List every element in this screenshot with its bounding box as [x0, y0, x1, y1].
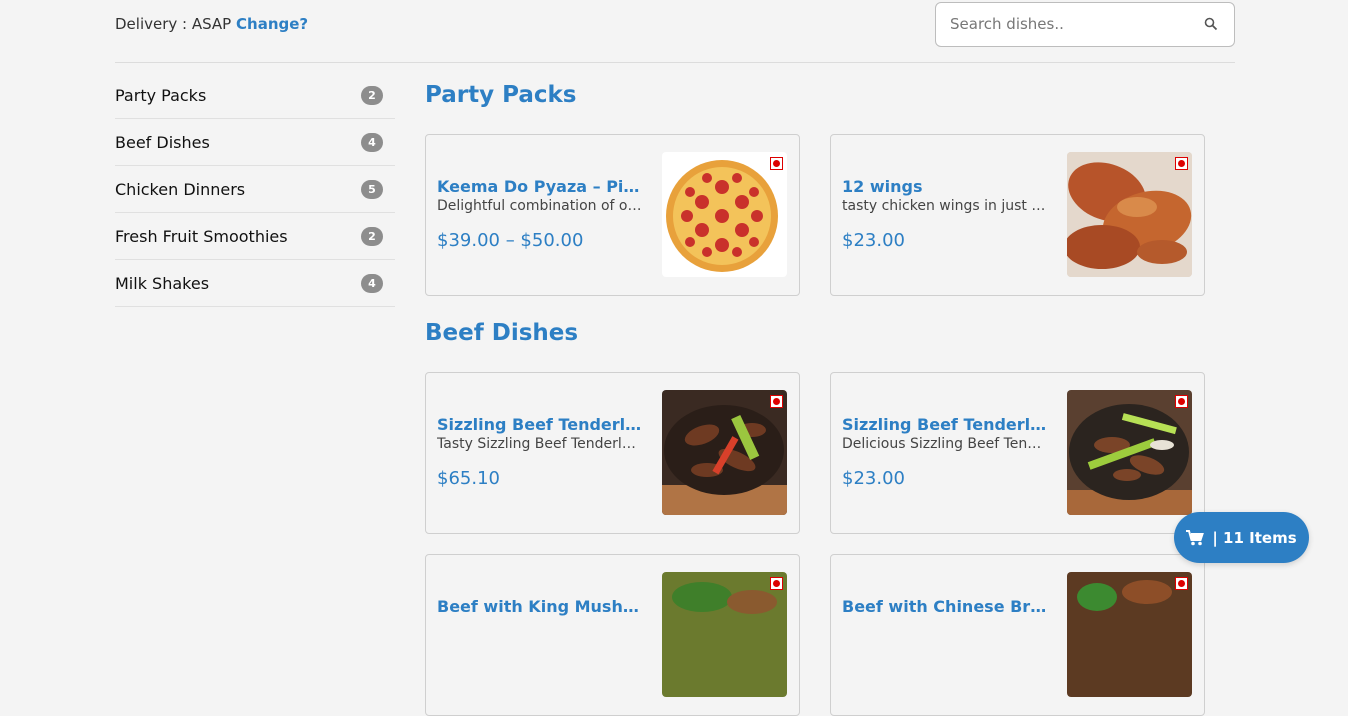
dish-card[interactable]: Beef with King Mushroom [425, 554, 800, 716]
sidebar-item-chicken-dinners[interactable]: Chicken Dinners 5 [115, 166, 395, 213]
dish-price: $23.00 [842, 468, 905, 489]
sidebar-item-milk-shakes[interactable]: Milk Shakes 4 [115, 260, 395, 307]
count-badge: 5 [361, 179, 383, 199]
veg-marker-icon [1175, 157, 1188, 170]
beef-tenderloin-image [1067, 390, 1192, 515]
veg-marker-icon [770, 395, 783, 408]
count-badge: 4 [361, 273, 383, 293]
sidebar-item-label: Fresh Fruit Smoothies [115, 226, 288, 246]
dish-card[interactable]: Keema Do Pyaza – Pizza Delightful combin… [425, 134, 800, 296]
search-box[interactable] [935, 2, 1235, 47]
search-icon[interactable] [1204, 17, 1218, 31]
dish-name[interactable]: 12 wings [842, 177, 1047, 196]
sidebar-item-beef-dishes[interactable]: Beef Dishes 4 [115, 119, 395, 166]
dish-card[interactable]: Beef with Chinese Brocc [830, 554, 1205, 716]
cart-count-label: | 11 Items [1212, 528, 1297, 547]
sidebar-item-fresh-fruit-smoothies[interactable]: Fresh Fruit Smoothies 2 [115, 213, 395, 260]
change-delivery-link[interactable]: Change? [236, 15, 308, 33]
dish-name[interactable]: Sizzling Beef Tenderloin [842, 415, 1047, 434]
dish-description: Delightful combination of onion and spic… [437, 198, 642, 214]
dish-description: Tasty Sizzling Beef Tenderloin [437, 436, 642, 452]
cart-icon [1186, 529, 1205, 545]
veg-marker-icon [770, 157, 783, 170]
beef-broccoli-image [1067, 572, 1192, 697]
dish-price: $65.10 [437, 468, 500, 489]
sidebar-item-label: Milk Shakes [115, 273, 210, 293]
search-input[interactable] [950, 15, 1190, 33]
cart-button[interactable]: | 11 Items [1174, 512, 1309, 563]
veg-marker-icon [1175, 577, 1188, 590]
section-title-party-packs: Party Packs [425, 82, 577, 108]
dish-name[interactable]: Sizzling Beef Tenderloin Special [437, 415, 642, 434]
beef-tenderloin-image [662, 390, 787, 515]
pizza-image [662, 152, 787, 277]
top-bar: Delivery : ASAP Change? [115, 0, 1235, 63]
delivery-info: Delivery : ASAP Change? [115, 15, 308, 33]
dish-description: tasty chicken wings in just right spice [842, 198, 1047, 214]
dish-price: $23.00 [842, 230, 905, 251]
delivery-label: Delivery : ASAP [115, 15, 232, 33]
section-title-beef-dishes: Beef Dishes [425, 320, 579, 346]
veg-marker-icon [1175, 395, 1188, 408]
dish-description: Delicious Sizzling Beef Tenderloin [842, 436, 1047, 452]
dish-card[interactable]: Sizzling Beef Tenderloin Special Tasty S… [425, 372, 800, 534]
dish-card[interactable]: Sizzling Beef Tenderloin Delicious Sizzl… [830, 372, 1205, 534]
sidebar-item-label: Party Packs [115, 85, 207, 105]
dish-name[interactable]: Keema Do Pyaza – Pizza [437, 177, 642, 196]
beef-mushroom-image [662, 572, 787, 697]
count-badge: 2 [361, 85, 383, 105]
count-badge: 2 [361, 226, 383, 246]
sidebar-item-party-packs[interactable]: Party Packs 2 [115, 72, 395, 119]
count-badge: 4 [361, 132, 383, 152]
sidebar-item-label: Chicken Dinners [115, 179, 246, 199]
dish-name[interactable]: Beef with King Mushroom [437, 597, 642, 616]
sidebar-item-label: Beef Dishes [115, 132, 210, 152]
dish-name[interactable]: Beef with Chinese Brocc [842, 597, 1047, 616]
dish-price: $39.00 – $50.00 [437, 230, 584, 251]
wings-image [1067, 152, 1192, 277]
veg-marker-icon [770, 577, 783, 590]
dish-card[interactable]: 12 wings tasty chicken wings in just rig… [830, 134, 1205, 296]
category-sidebar: Party Packs 2 Beef Dishes 4 Chicken Dinn… [115, 72, 395, 307]
